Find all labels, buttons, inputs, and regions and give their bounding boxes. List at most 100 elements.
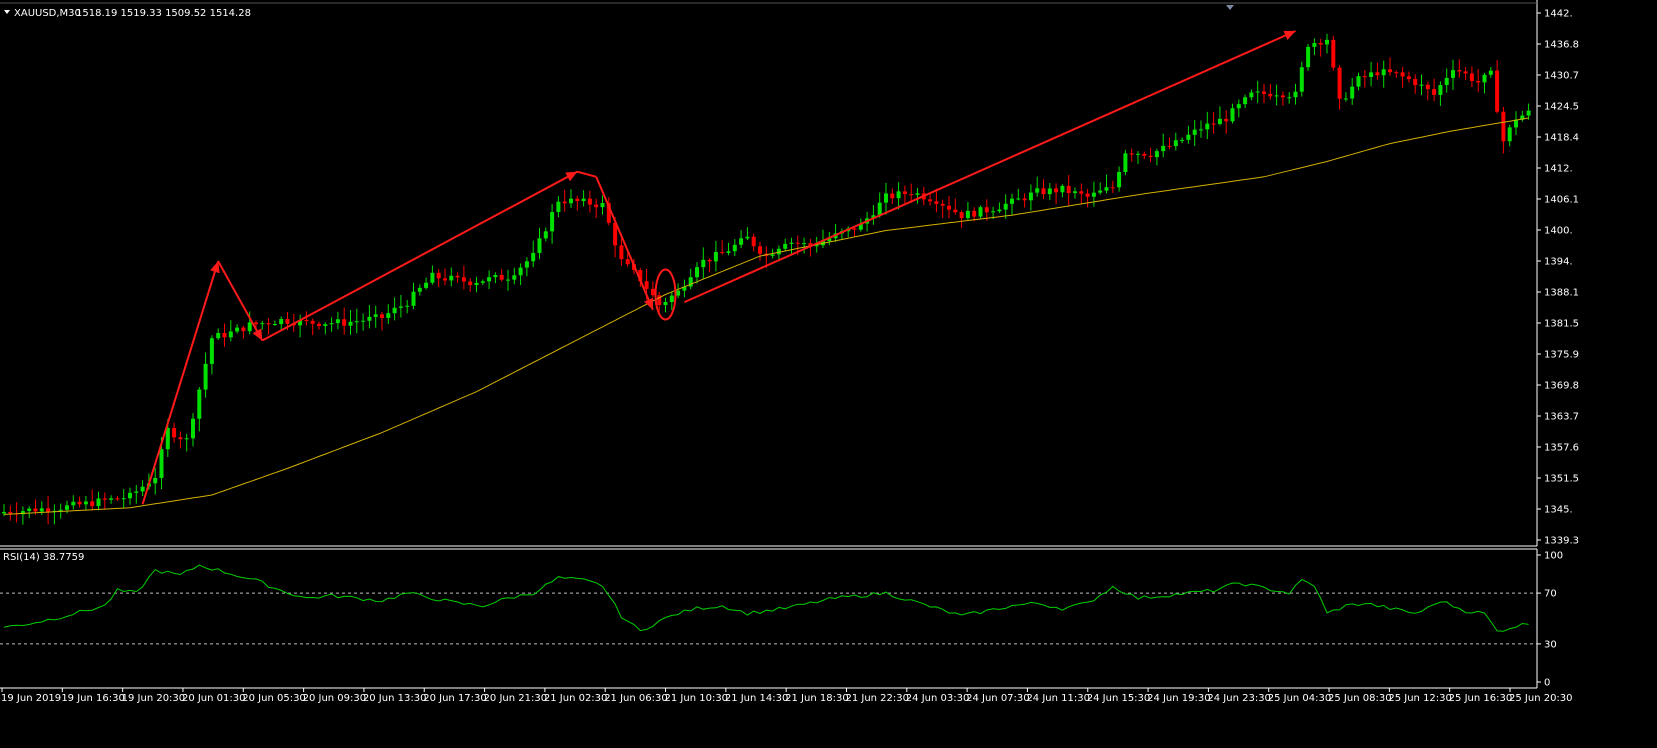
symbol-label: XAUUSD,M30 [14,8,81,19]
candle-body [1161,145,1166,152]
candle-body [1318,42,1323,45]
candle-body [405,305,410,307]
candle-body [1337,67,1342,99]
candle-body [663,301,668,305]
candle-body [1419,84,1424,86]
candle-body [1249,92,1254,98]
candle-body [1280,95,1285,98]
candle-body [77,501,82,505]
candle-body [802,243,807,245]
candle-body [713,252,718,262]
time-tick-label: 20 Jun 13:30 [363,693,427,704]
candle-body [39,508,44,512]
candle-body [928,199,933,202]
time-tick-label: 20 Jun 09:30 [303,693,367,704]
time-tick-label: 25 Jun 20:30 [1509,693,1573,704]
time-tick-label: 24 Jun 23:30 [1207,693,1271,704]
candle-body [417,287,422,292]
candle-body [991,211,996,213]
candle-body [411,291,416,306]
candle-body [524,261,529,268]
price-tick-label: 1424.5 [1544,102,1579,113]
candle-body [909,194,914,196]
candle-body [1047,188,1052,195]
candle-body [209,338,214,364]
price-tick-label: 1394. [1544,257,1573,268]
candle-body [1299,67,1304,92]
candle-body [159,449,164,478]
candle-body [707,259,712,262]
price-tick-label: 1363.7 [1544,412,1579,423]
candle-body [1073,191,1077,194]
candle-body [1343,98,1348,100]
candle-body [1079,191,1084,194]
candle-body [959,212,964,219]
candle-body [877,202,882,216]
candle-body [1293,91,1298,98]
candle-body [1173,140,1178,147]
candle-body [1066,185,1071,194]
candle-body [480,281,485,283]
candle-body [279,319,284,325]
candle-body [1394,72,1399,74]
price-tick-label: 1388.1 [1544,288,1579,299]
candle-body [720,252,725,254]
price-tick-label: 1345. [1544,505,1573,516]
candle-body [915,193,920,195]
time-tick-label: 21 Jun 22:30 [845,693,909,704]
candle-body [1331,39,1336,68]
candle-body [890,193,895,199]
candle-body [676,290,681,296]
candle-body [669,295,674,302]
candle-body [1375,72,1380,76]
candle-body [1262,91,1266,94]
candle-body [581,198,586,202]
candle-body [342,319,347,326]
candle-body [354,321,359,323]
candle-body [361,320,366,322]
candle-body [506,279,510,281]
time-tick-label: 24 Jun 15:30 [1087,693,1151,704]
candle-body [783,243,788,249]
price-chart[interactable]: 1442. 1436.8 1430.7 1424.5 1418.4 1412. 1406.1… [0,0,1657,748]
candle-body [90,501,95,507]
candle-body [1388,69,1392,73]
candle-body [134,491,139,493]
candle-body [260,323,265,325]
candle-body [625,259,630,265]
candle-body [1457,70,1462,72]
candle-body [46,508,51,512]
price-tick-label: 1436.8 [1544,40,1579,51]
candle-body [102,498,107,500]
candle-body [537,238,542,253]
candle-body [424,282,429,288]
candle-body [852,228,857,230]
price-tick-label: 1357.6 [1544,443,1579,454]
candle-body [203,363,208,390]
price-tick-label: 1351.5 [1544,474,1579,485]
candle-body [1205,123,1210,130]
candle-body [896,191,901,199]
price-tick-label: 1339.3 [1544,536,1579,547]
candle-body [1091,192,1096,197]
candle-body [1287,97,1292,99]
candle-body [1243,97,1248,105]
candle-body [27,508,32,512]
candle-body [1016,198,1021,200]
candle-body [1356,76,1361,87]
price-tick-label: 1381.5 [1544,319,1579,330]
candle-body [499,274,504,280]
candle-body [254,322,258,325]
candle-body [348,321,353,326]
candle-body [965,210,970,219]
candle-body [443,278,447,281]
candle-body [128,492,132,499]
candle-body [1255,91,1260,93]
candle-body [739,238,744,245]
candle-body [197,389,202,419]
price-tick-label: 1412. [1544,164,1573,175]
rsi-tick-label: 30 [1544,639,1557,650]
candle-body [1060,185,1065,193]
candle-body [1507,127,1512,142]
candle-body [531,252,536,262]
